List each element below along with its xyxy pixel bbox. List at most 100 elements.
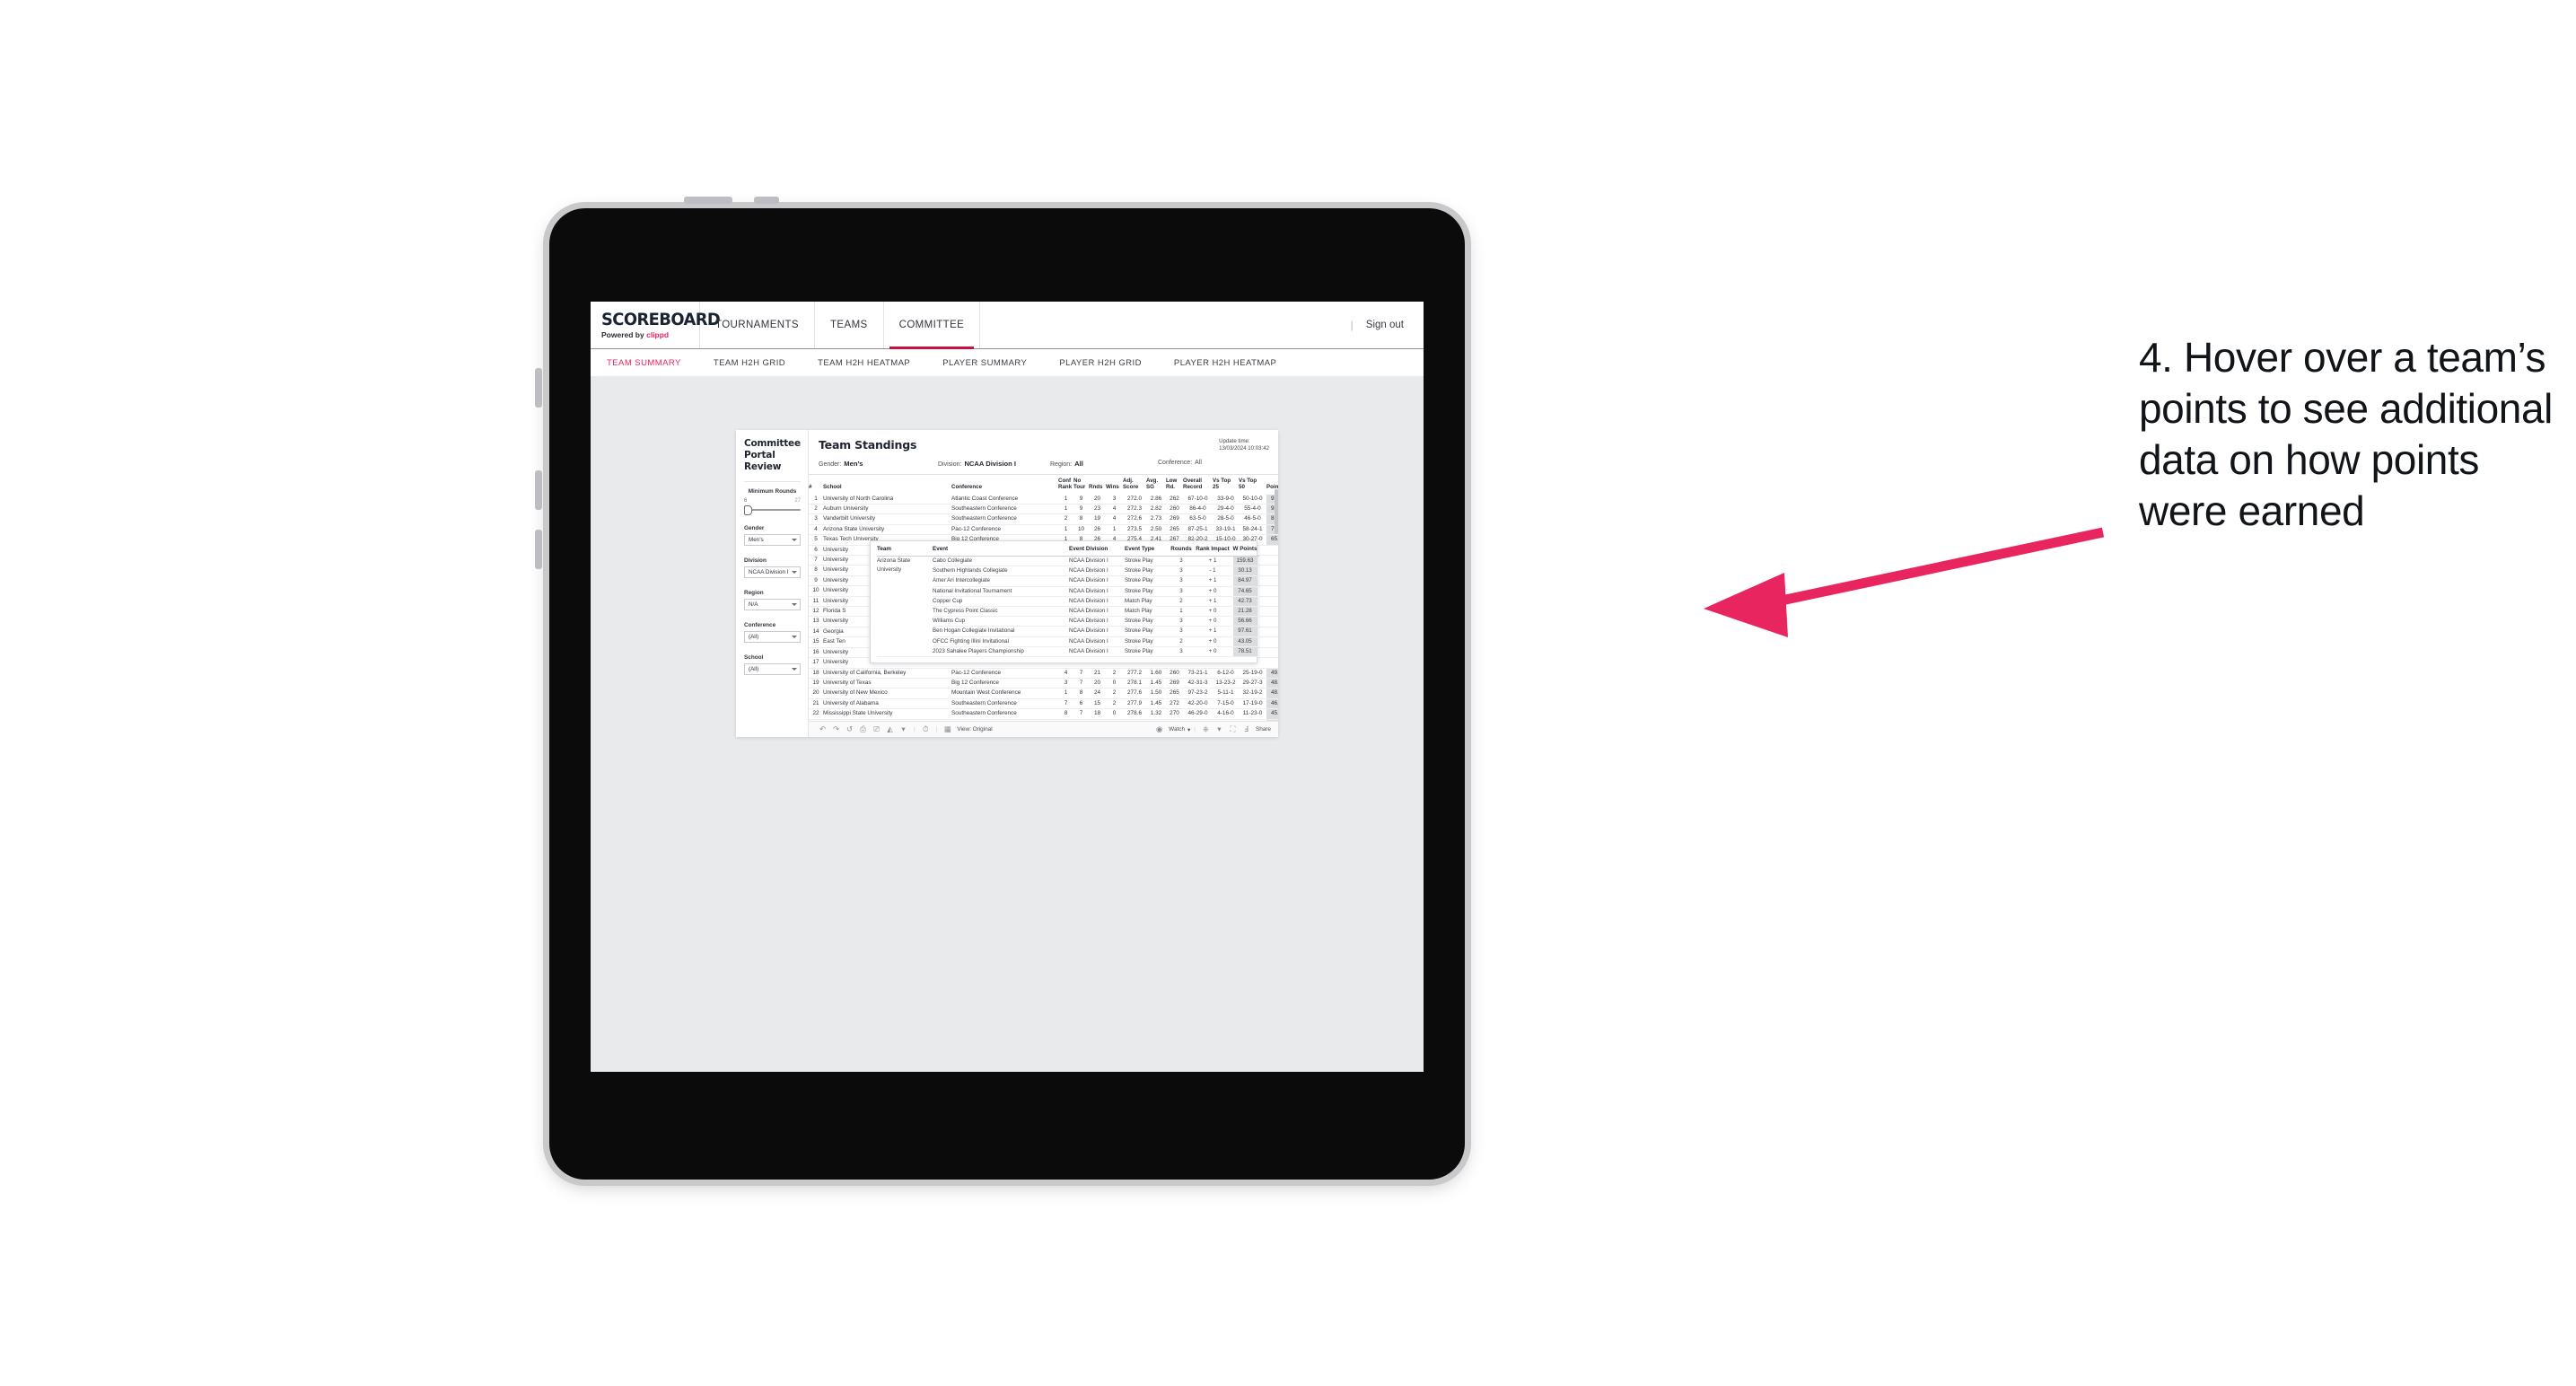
filter-division-select[interactable]: NCAA Division I xyxy=(744,566,801,578)
tab-team-summary[interactable]: TEAM SUMMARY xyxy=(601,358,697,368)
row-points[interactable]: 65.90 xyxy=(1266,534,1278,546)
view-original-button[interactable]: ▦ View: Original xyxy=(941,724,993,734)
tooltip-col-rounds: Rounds xyxy=(1168,546,1195,557)
table-row[interactable]: 20 University of New Mexico Mountain West … xyxy=(809,688,1278,699)
nav-committee[interactable]: COMMITTEE xyxy=(884,302,981,349)
row-points[interactable] xyxy=(1266,616,1278,627)
row-metric: 11-23-0 xyxy=(1239,708,1266,720)
row-metric: 1.60 xyxy=(1146,668,1166,679)
col-overall-record[interactable]: Overall Record xyxy=(1183,475,1213,495)
clock-icon[interactable]: ⏱ xyxy=(919,724,933,734)
col-no-tour[interactable]: No Tour xyxy=(1073,475,1089,495)
share-button[interactable]: Ⅎ Share xyxy=(1240,724,1271,734)
row-metric: 67-10-0 xyxy=(1183,494,1213,504)
row-points[interactable] xyxy=(1266,585,1278,597)
row-points[interactable]: 48.49 xyxy=(1266,688,1278,699)
tab-team-h2h-heatmap[interactable]: TEAM H2H HEATMAP xyxy=(802,358,926,368)
row-points[interactable]: 46.48 xyxy=(1266,698,1278,710)
col-avg-sg[interactable]: Avg. SG xyxy=(1146,475,1166,495)
col-school[interactable]: School xyxy=(823,475,951,495)
standings-table-wrapper[interactable]: # School Conference Conf Rank No Tour Rnds Wins A… xyxy=(809,474,1278,721)
tab-team-h2h-grid[interactable]: TEAM H2H GRID xyxy=(697,358,802,368)
undo-icon[interactable]: ↶ xyxy=(816,724,829,734)
table-row[interactable]: 18 University of California, Berkeley Pac-… xyxy=(809,668,1278,679)
filter-gender-select[interactable]: Men’s xyxy=(744,534,801,546)
row-points[interactable] xyxy=(1266,545,1278,557)
table-row[interactable]: 4 Arizona State University Pac-12 Conferen… xyxy=(809,524,1278,536)
row-points[interactable] xyxy=(1266,627,1278,638)
table-scrollbar[interactable] xyxy=(1275,489,1278,534)
row-conference: Southeastern Conference xyxy=(951,513,1058,525)
row-points[interactable]: 48.70 xyxy=(1266,678,1278,689)
power-button[interactable] xyxy=(684,197,732,204)
col-vs-top-25[interactable]: Vs Top 25 xyxy=(1213,475,1239,495)
row-points[interactable] xyxy=(1266,596,1278,608)
row-points[interactable] xyxy=(1266,565,1278,576)
row-points[interactable] xyxy=(1266,606,1278,618)
row-points[interactable]: 42.71 xyxy=(1266,719,1278,721)
col-adj-score[interactable]: Adj. Score xyxy=(1123,475,1146,495)
watch-button[interactable]: ◉ Watch ▾ xyxy=(1152,724,1190,734)
tab-player-h2h-heatmap[interactable]: PLAYER H2H HEATMAP xyxy=(1158,358,1292,368)
caret-down-icon[interactable]: ▾ xyxy=(897,724,910,734)
scoreboard-logo[interactable]: SCOREBOARD Powered by clippd xyxy=(591,302,721,348)
slider-bar xyxy=(746,509,801,511)
row-points[interactable]: 45.81 xyxy=(1266,708,1278,720)
minimum-rounds-slider[interactable] xyxy=(744,505,801,515)
tooltip-w-points: 159.63 xyxy=(1231,556,1259,567)
volume-button-c[interactable] xyxy=(535,530,542,569)
row-rank: 9 xyxy=(809,575,823,587)
fullscreen-icon[interactable]: ⛶ xyxy=(1226,724,1240,734)
nav-tournaments[interactable]: TOURNAMENTS xyxy=(700,302,815,348)
secondary-top-button[interactable] xyxy=(754,197,779,204)
filter-conference-select[interactable]: (All) xyxy=(744,631,801,643)
table-row[interactable]: 23Duke UniversityAtlantic Coast Conferen… xyxy=(809,719,1278,721)
sign-out-link[interactable]: Sign out xyxy=(1366,320,1404,330)
revert-icon[interactable]: ↺ xyxy=(843,724,856,734)
volume-button-a[interactable] xyxy=(535,368,542,408)
table-row[interactable]: 2 Auburn University Southeastern Conferenc… xyxy=(809,504,1278,515)
col-vs-top-50[interactable]: Vs Top 50 xyxy=(1239,475,1266,495)
view-shape-icon[interactable]: ◭ xyxy=(883,724,897,734)
row-points[interactable] xyxy=(1266,657,1278,669)
pause-updates-icon[interactable]: ⎚ xyxy=(870,724,883,734)
row-metric: 6-12-0 xyxy=(1213,668,1239,679)
row-metric: 46-29-0 xyxy=(1183,708,1213,720)
col-conference[interactable]: Conference xyxy=(951,475,1058,495)
row-points[interactable] xyxy=(1266,575,1278,587)
table-row[interactable]: 3 Vanderbilt University Southeastern Confe… xyxy=(809,513,1278,525)
table-row[interactable]: 1 University of North Carolina Atlantic Co… xyxy=(809,494,1278,504)
col-conf-rank[interactable]: Conf Rank xyxy=(1058,475,1073,495)
filter-gender-label: Gender xyxy=(744,525,765,531)
row-points[interactable] xyxy=(1266,647,1278,659)
row-metric: 1 xyxy=(1058,494,1073,504)
row-metric: 73-21-1 xyxy=(1183,668,1213,679)
refresh-data-icon[interactable]: ⎙ xyxy=(856,724,870,734)
row-points[interactable] xyxy=(1266,636,1278,648)
nav-teams[interactable]: TEAMS xyxy=(815,302,884,348)
slider-handle[interactable] xyxy=(744,505,752,515)
tab-player-summary[interactable]: PLAYER SUMMARY xyxy=(926,358,1043,368)
col-low-rd[interactable]: Low Rd. xyxy=(1166,475,1183,495)
col-wins[interactable]: Wins xyxy=(1106,475,1123,495)
row-points[interactable]: 49.07 xyxy=(1266,668,1278,679)
tooltip-event: Ben Hogan Collegiate Invitational xyxy=(933,626,1069,637)
tab-player-h2h-grid[interactable]: PLAYER H2H GRID xyxy=(1043,358,1158,368)
row-metric: 20 xyxy=(1089,678,1106,689)
table-row[interactable]: 22 Mississippi State University Southeaste… xyxy=(809,708,1278,720)
row-points[interactable] xyxy=(1266,555,1278,566)
tooltip-event-type: Stroke Play xyxy=(1125,626,1168,637)
row-rank: 21 xyxy=(809,698,823,710)
filter-school-select[interactable]: (All) xyxy=(744,663,801,675)
volume-button-b[interactable] xyxy=(535,470,542,510)
download-icon[interactable]: ⎈ xyxy=(1199,724,1213,734)
col-rnds[interactable]: Rnds xyxy=(1089,475,1106,495)
table-row[interactable]: 19 University of Texas Big 12 Conference 3 7… xyxy=(809,678,1278,689)
redo-icon[interactable]: ↷ xyxy=(829,724,843,734)
download-caret-icon[interactable]: ▾ xyxy=(1213,724,1226,734)
callout-arrow xyxy=(1704,527,2105,637)
col-[interactable]: # xyxy=(809,475,823,495)
table-row[interactable]: 21 University of Alabama Southeastern Conf… xyxy=(809,698,1278,710)
row-conference: Pac-12 Conference xyxy=(951,668,1058,679)
filter-region-select[interactable]: N/A xyxy=(744,599,801,610)
